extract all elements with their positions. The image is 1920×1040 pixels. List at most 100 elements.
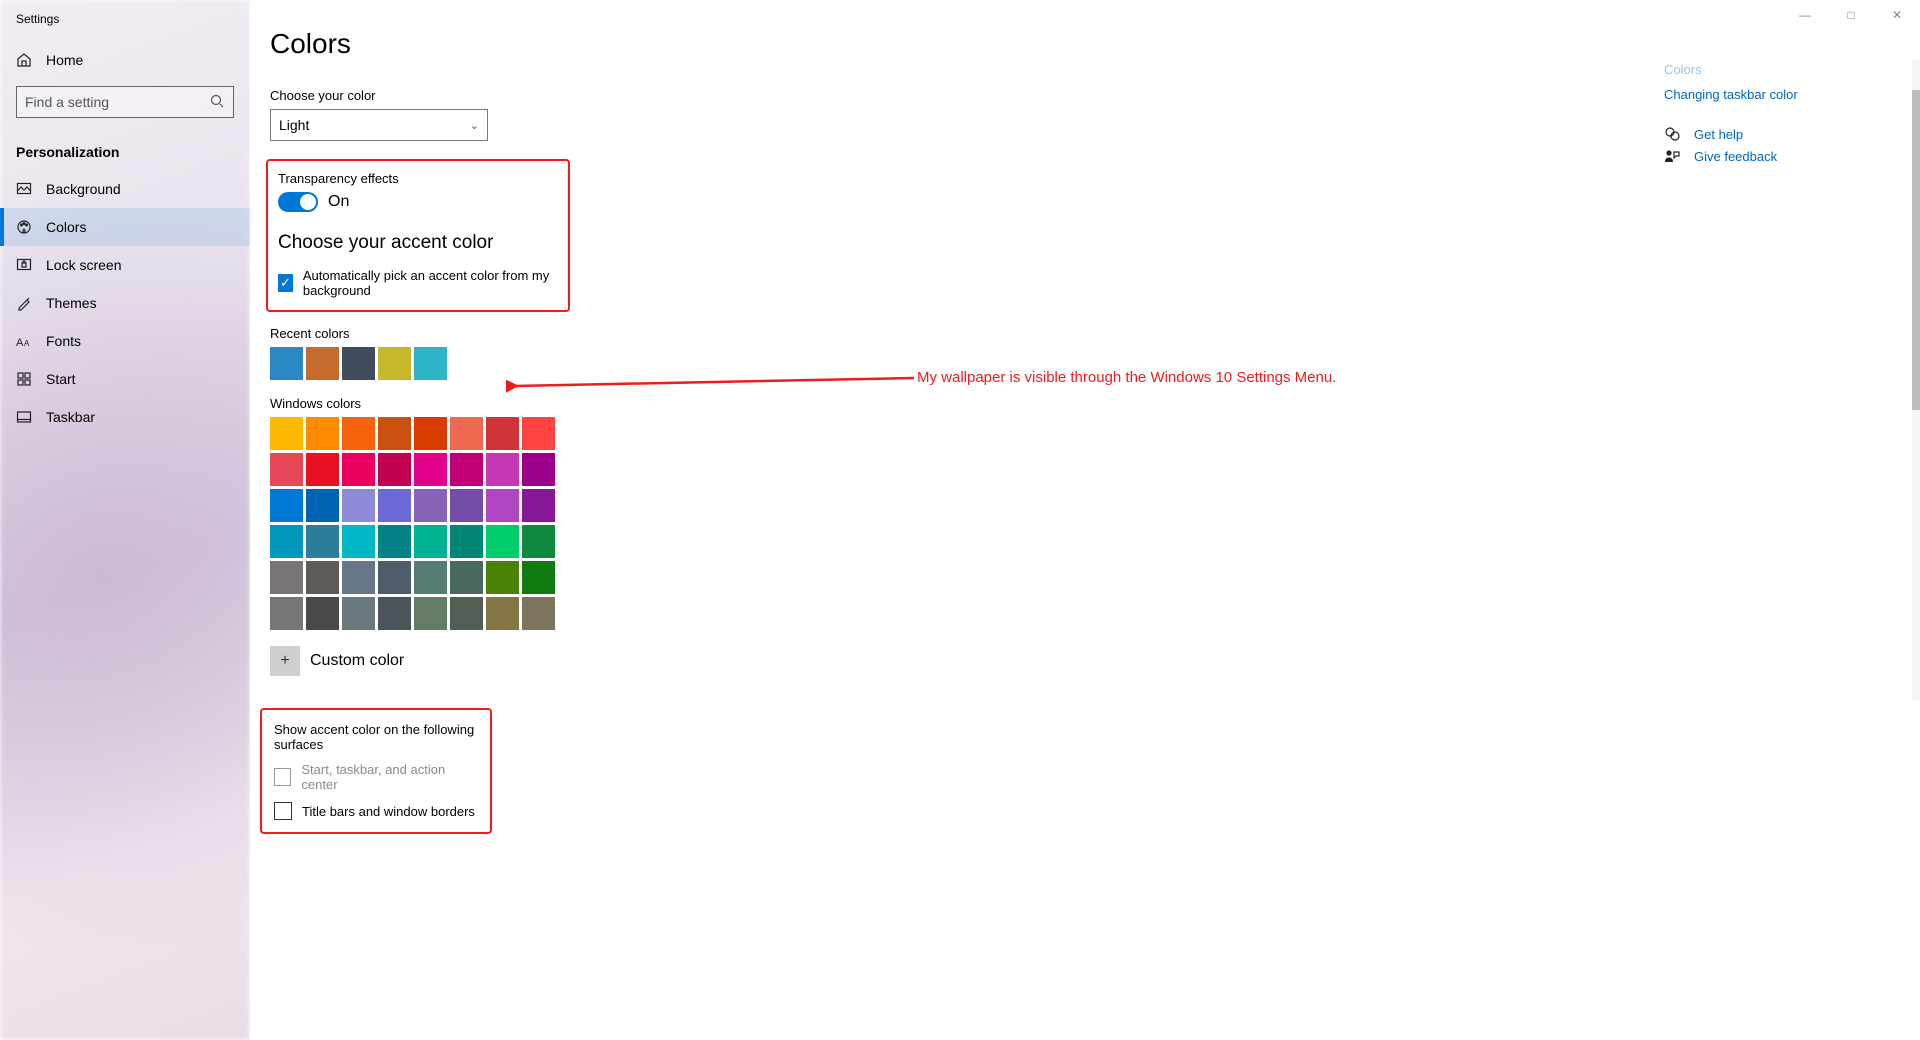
windows-colors-label: Windows colors: [270, 396, 1920, 411]
windows-color-swatch[interactable]: [342, 417, 375, 450]
auto-pick-row: ✓ Automatically pick an accent color fro…: [278, 268, 558, 298]
sidebar-item-themes[interactable]: Themes: [0, 284, 250, 322]
themes-icon: [16, 295, 32, 311]
windows-color-swatch[interactable]: [522, 525, 555, 558]
windows-color-swatch[interactable]: [342, 489, 375, 522]
surface-title-label: Title bars and window borders: [302, 804, 475, 819]
windows-color-swatch[interactable]: [450, 597, 483, 630]
windows-color-swatch[interactable]: [270, 417, 303, 450]
windows-color-swatch[interactable]: [306, 453, 339, 486]
sidebar-item-background[interactable]: Background: [0, 170, 250, 208]
feedback-icon: [1664, 148, 1680, 164]
windows-color-swatch[interactable]: [414, 489, 447, 522]
annotation-highlight-box-2: Show accent color on the following surfa…: [260, 708, 492, 834]
custom-color-label: Custom color: [310, 652, 404, 670]
windows-color-swatch[interactable]: [414, 453, 447, 486]
surface-start-row: Start, taskbar, and action center: [274, 762, 478, 792]
sidebar-item-lock-screen[interactable]: Lock screen: [0, 246, 250, 284]
maximize-button[interactable]: □: [1828, 0, 1874, 30]
windows-color-swatch[interactable]: [486, 453, 519, 486]
sidebar-item-colors[interactable]: Colors: [0, 208, 250, 246]
recent-color-swatch[interactable]: [342, 347, 375, 380]
windows-color-swatch[interactable]: [450, 453, 483, 486]
windows-color-swatch[interactable]: [378, 561, 411, 594]
rail-give-feedback-label[interactable]: Give feedback: [1694, 149, 1777, 164]
windows-color-swatch[interactable]: [306, 417, 339, 450]
windows-color-swatch[interactable]: [342, 453, 375, 486]
windows-color-swatch[interactable]: [378, 525, 411, 558]
recent-color-swatch[interactable]: [378, 347, 411, 380]
svg-text:A: A: [16, 337, 24, 349]
sidebar-home[interactable]: Home: [0, 42, 250, 78]
windows-color-swatch[interactable]: [342, 597, 375, 630]
windows-color-swatch[interactable]: [522, 597, 555, 630]
surface-title-checkbox[interactable]: [274, 802, 292, 820]
windows-color-swatch[interactable]: [306, 597, 339, 630]
transparency-toggle[interactable]: [278, 192, 318, 212]
windows-color-swatch[interactable]: [450, 561, 483, 594]
windows-color-swatch[interactable]: [414, 561, 447, 594]
windows-color-swatch[interactable]: [450, 417, 483, 450]
windows-color-swatch[interactable]: [486, 417, 519, 450]
windows-color-swatch[interactable]: [378, 417, 411, 450]
windows-color-swatch[interactable]: [486, 597, 519, 630]
windows-color-swatch[interactable]: [270, 561, 303, 594]
windows-color-swatch[interactable]: [270, 525, 303, 558]
windows-color-swatch[interactable]: [342, 561, 375, 594]
rail-partial-link[interactable]: Colors: [1664, 62, 1884, 77]
windows-color-swatch[interactable]: [522, 561, 555, 594]
rail-get-help: Get help: [1664, 126, 1884, 142]
windows-color-swatch[interactable]: [342, 525, 375, 558]
windows-color-swatch[interactable]: [450, 525, 483, 558]
sidebar-item-start[interactable]: Start: [0, 360, 250, 398]
windows-color-swatch[interactable]: [450, 489, 483, 522]
windows-color-swatch[interactable]: [486, 525, 519, 558]
sidebar-item-label: Start: [46, 371, 76, 387]
fonts-icon: AA: [16, 333, 32, 349]
rail-link-taskbar-color[interactable]: Changing taskbar color: [1664, 87, 1884, 102]
windows-color-swatch[interactable]: [270, 453, 303, 486]
search-box[interactable]: [16, 86, 234, 118]
windows-color-swatch[interactable]: [306, 525, 339, 558]
windows-color-swatch[interactable]: [378, 489, 411, 522]
custom-color-add-button[interactable]: +: [270, 646, 300, 676]
windows-color-swatch[interactable]: [306, 489, 339, 522]
windows-color-swatch[interactable]: [522, 417, 555, 450]
windows-color-swatch[interactable]: [306, 561, 339, 594]
scrollbar-thumb[interactable]: [1912, 90, 1920, 410]
scrollbar-track[interactable]: [1912, 60, 1920, 700]
transparency-state: On: [328, 193, 349, 211]
surfaces-heading: Show accent color on the following surfa…: [274, 722, 478, 752]
windows-color-swatch[interactable]: [486, 561, 519, 594]
recent-color-swatch[interactable]: [414, 347, 447, 380]
windows-color-swatch[interactable]: [378, 453, 411, 486]
windows-color-swatch[interactable]: [414, 525, 447, 558]
close-button[interactable]: ✕: [1874, 0, 1920, 30]
windows-color-swatch[interactable]: [522, 453, 555, 486]
auto-pick-checkbox[interactable]: ✓: [278, 274, 293, 292]
windows-color-swatch[interactable]: [414, 597, 447, 630]
search-input[interactable]: [25, 94, 209, 110]
minimize-button[interactable]: —: [1782, 0, 1828, 30]
windows-color-swatch[interactable]: [270, 597, 303, 630]
windows-color-swatch[interactable]: [486, 489, 519, 522]
sidebar-item-label: Colors: [46, 219, 86, 235]
choose-color-select[interactable]: Light ⌄: [270, 109, 488, 141]
recent-color-swatch[interactable]: [306, 347, 339, 380]
sidebar-item-label: Taskbar: [46, 409, 95, 425]
chevron-down-icon: ⌄: [470, 119, 479, 132]
window-controls: — □ ✕: [1782, 0, 1920, 30]
windows-color-swatch[interactable]: [522, 489, 555, 522]
windows-color-swatch[interactable]: [414, 417, 447, 450]
transparency-label: Transparency effects: [278, 171, 558, 186]
sidebar-item-label: Themes: [46, 295, 97, 311]
recent-color-swatch[interactable]: [270, 347, 303, 380]
windows-color-swatch[interactable]: [378, 597, 411, 630]
custom-color-row: + Custom color: [270, 646, 1920, 676]
windows-color-swatch[interactable]: [270, 489, 303, 522]
surface-start-checkbox: [274, 768, 291, 786]
sidebar-item-taskbar[interactable]: Taskbar: [0, 398, 250, 436]
rail-get-help-label[interactable]: Get help: [1694, 127, 1743, 142]
sidebar-item-fonts[interactable]: AAFonts: [0, 322, 250, 360]
colors-icon: [16, 219, 32, 235]
